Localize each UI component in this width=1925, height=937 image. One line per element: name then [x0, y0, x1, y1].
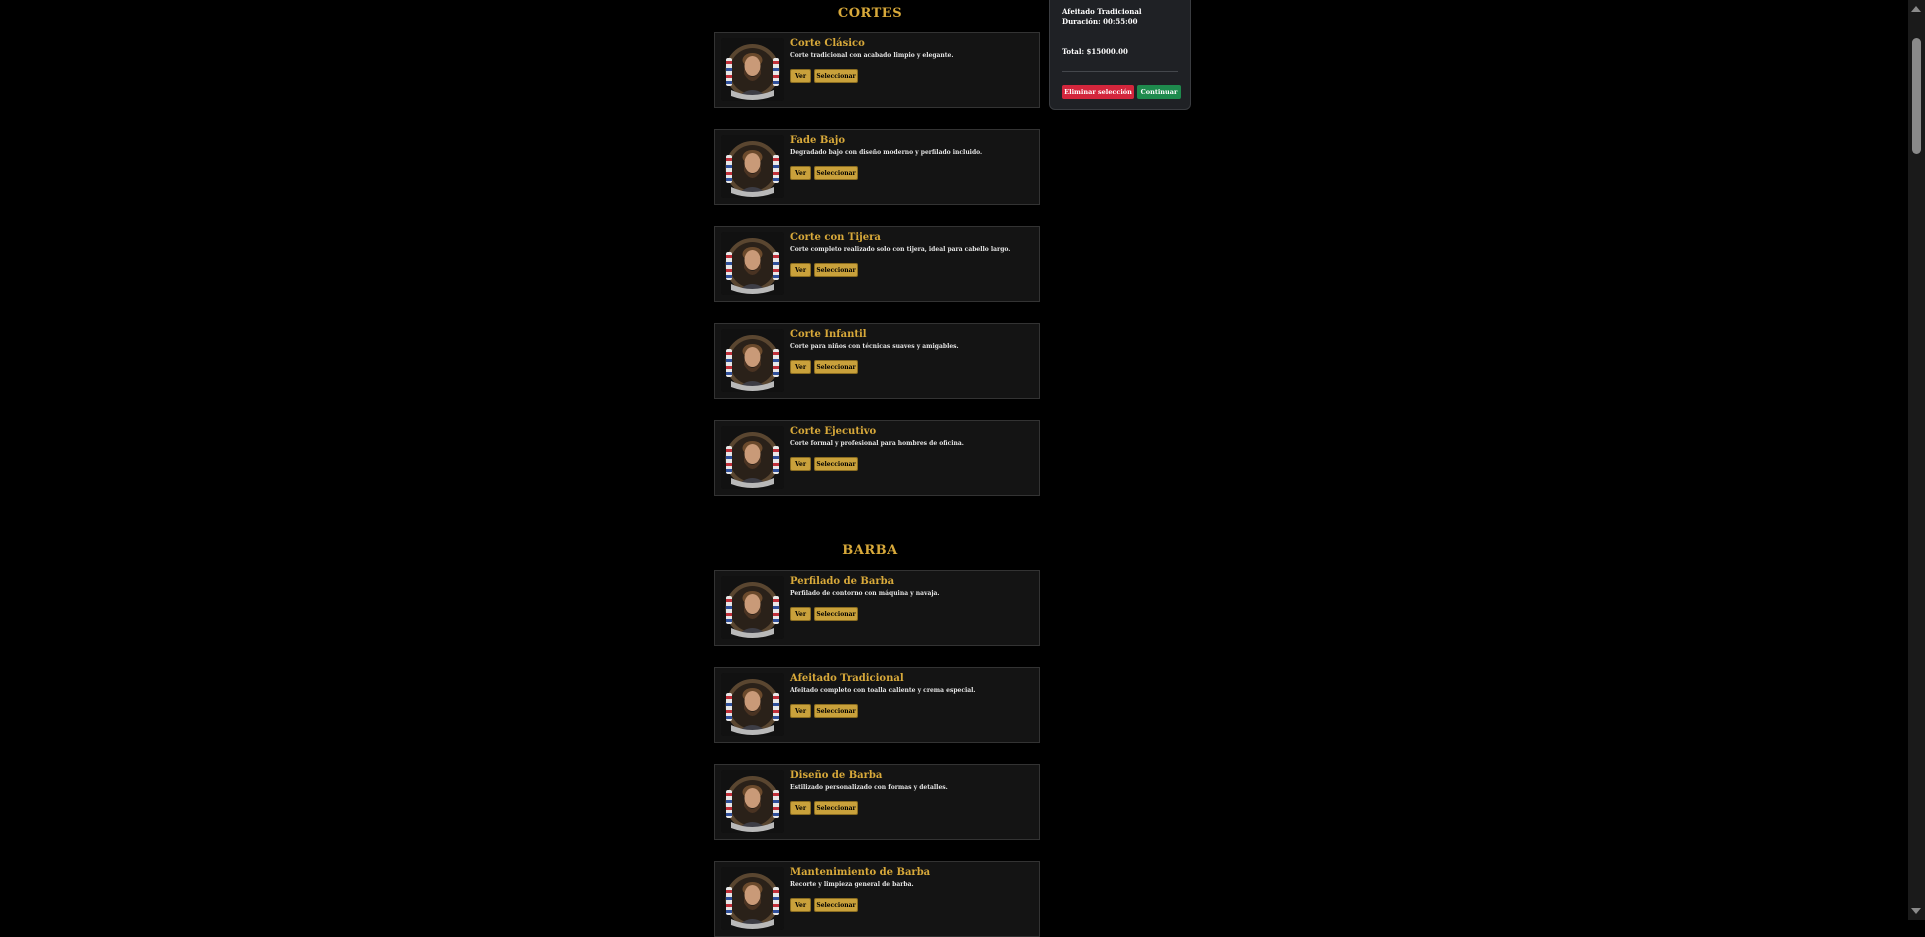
service-name: Diseño de Barba	[790, 770, 883, 781]
barber-logo-icon	[721, 576, 784, 639]
view-button[interactable]: Ver	[790, 360, 811, 374]
service-description: Recorte y limpieza general de barba.	[790, 881, 914, 888]
service-name: Fade Bajo	[790, 135, 846, 146]
select-button[interactable]: Seleccionar	[814, 166, 858, 180]
service-card: Corte Clásico Corte tradicional con acab…	[714, 32, 1040, 108]
barber-logo-icon	[721, 135, 784, 198]
service-description: Estilizado personalizado con formas y de…	[790, 784, 948, 791]
panel-divider	[1062, 71, 1178, 72]
service-name: Perfilado de Barba	[790, 576, 895, 587]
scroll-up-icon[interactable]	[1911, 6, 1921, 12]
service-description: Degradado bajo con diseño moderno y perf…	[790, 149, 983, 156]
service-name: Corte Clásico	[790, 38, 865, 49]
service-description: Perfilado de contorno con máquina y nava…	[790, 590, 940, 597]
selection-panel: Afeitado Tradicional Duración: 00:55:00 …	[1049, 0, 1191, 110]
barber-logo-icon	[721, 673, 784, 736]
section-title-barba: BARBA	[842, 543, 898, 558]
service-card: Corte Infantil Corte para niños con técn…	[714, 323, 1040, 399]
service-card: Perfilado de Barba Perfilado de contorno…	[714, 570, 1040, 646]
service-name: Corte con Tijera	[790, 232, 881, 243]
service-card: Corte Ejecutivo Corte formal y profesion…	[714, 420, 1040, 496]
remove-selection-button[interactable]: Eliminar selección	[1062, 85, 1134, 99]
service-name: Afeitado Tradicional	[790, 673, 904, 684]
continue-button[interactable]: Continuar	[1137, 85, 1181, 99]
view-button[interactable]: Ver	[790, 263, 811, 277]
service-name: Corte Ejecutivo	[790, 426, 877, 437]
select-button[interactable]: Seleccionar	[814, 360, 858, 374]
view-button[interactable]: Ver	[790, 801, 811, 815]
barber-logo-icon	[721, 232, 784, 295]
barber-logo-icon	[721, 38, 784, 101]
service-name: Corte Infantil	[790, 329, 867, 340]
select-button[interactable]: Seleccionar	[814, 898, 858, 912]
service-card: Diseño de Barba Estilizado personalizado…	[714, 764, 1040, 840]
service-card: Mantenimiento de Barba Recorte y limpiez…	[714, 861, 1040, 937]
service-card: Corte con Tijera Corte completo realizad…	[714, 226, 1040, 302]
barber-logo-icon	[721, 329, 784, 392]
select-button[interactable]: Seleccionar	[814, 704, 858, 718]
service-description: Corte tradicional con acabado limpio y e…	[790, 52, 954, 59]
page-scrollbar[interactable]	[1908, 0, 1925, 920]
select-button[interactable]: Seleccionar	[814, 263, 858, 277]
selected-service-name: Afeitado Tradicional	[1062, 7, 1142, 16]
barber-logo-icon	[721, 426, 784, 489]
scroll-thumb[interactable]	[1912, 38, 1921, 154]
service-description: Corte completo realizado solo con tijera…	[790, 246, 1011, 253]
service-description: Corte para niños con técnicas suaves y a…	[790, 343, 959, 350]
select-button[interactable]: Seleccionar	[814, 607, 858, 621]
barber-logo-icon	[721, 867, 784, 930]
service-description: Afeitado completo con toalla caliente y …	[790, 687, 976, 694]
service-description: Corte formal y profesional para hombres …	[790, 440, 964, 447]
view-button[interactable]: Ver	[790, 69, 811, 83]
view-button[interactable]: Ver	[790, 898, 811, 912]
view-button[interactable]: Ver	[790, 457, 811, 471]
scroll-down-icon[interactable]	[1911, 908, 1921, 914]
view-button[interactable]: Ver	[790, 704, 811, 718]
select-button[interactable]: Seleccionar	[814, 69, 858, 83]
barber-logo-icon	[721, 770, 784, 833]
service-card: Afeitado Tradicional Afeitado completo c…	[714, 667, 1040, 743]
view-button[interactable]: Ver	[790, 166, 811, 180]
service-card: Fade Bajo Degradado bajo con diseño mode…	[714, 129, 1040, 205]
selected-service-duration: Duración: 00:55:00	[1062, 17, 1138, 26]
select-button[interactable]: Seleccionar	[814, 801, 858, 815]
view-button[interactable]: Ver	[790, 607, 811, 621]
service-name: Mantenimiento de Barba	[790, 867, 931, 878]
section-title-cortes: CORTES	[837, 6, 903, 21]
selection-total: Total: $15000.00	[1062, 47, 1128, 56]
select-button[interactable]: Seleccionar	[814, 457, 858, 471]
